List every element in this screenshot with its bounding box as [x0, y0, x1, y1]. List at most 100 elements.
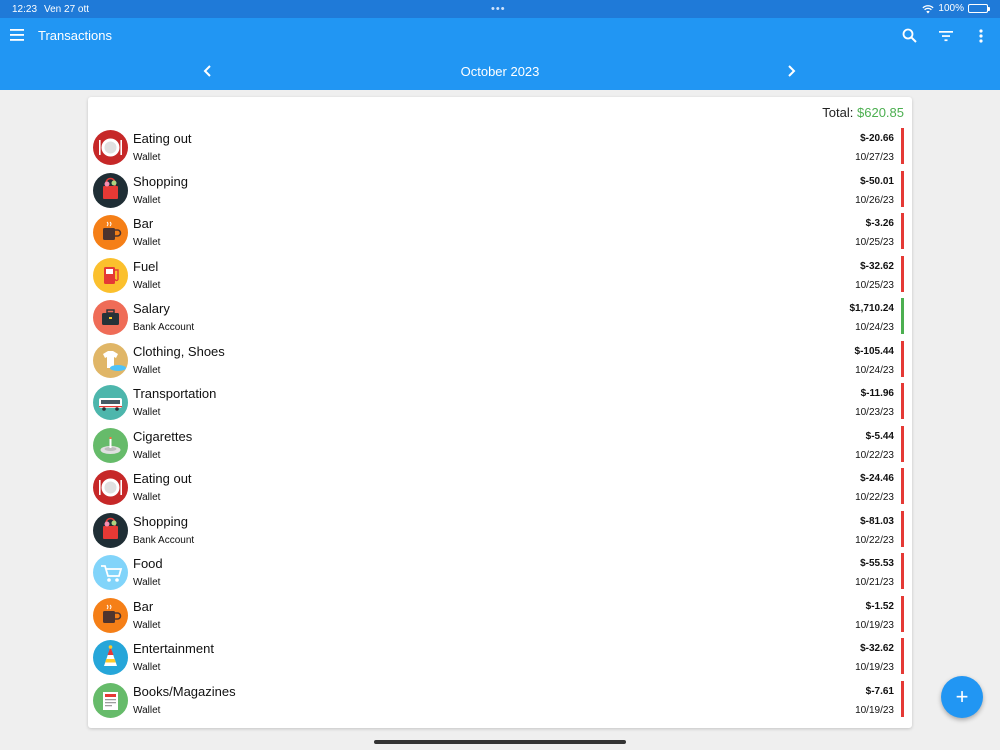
filter-icon[interactable]	[937, 27, 955, 45]
transaction-row[interactable]: Books/Magazines Wallet $-7.61 10/19/23	[88, 680, 912, 723]
transaction-row[interactable]: Shopping Bank Account $-81.03 10/22/23	[88, 510, 912, 553]
transaction-amount: $-5.44	[865, 430, 894, 442]
plate-icon	[93, 130, 128, 165]
transaction-amount: $-50.01	[860, 175, 894, 187]
transaction-date: 10/19/23	[855, 662, 894, 673]
transaction-account: Wallet	[133, 704, 161, 716]
expense-indicator	[901, 383, 904, 419]
party-hat-icon	[93, 640, 128, 675]
transaction-account: Wallet	[133, 364, 161, 376]
transaction-amount: $-32.62	[860, 260, 894, 272]
transaction-amount: $-7.61	[865, 685, 894, 697]
cart-icon	[93, 555, 128, 590]
expense-indicator	[901, 553, 904, 589]
fuel-pump-icon	[93, 257, 128, 293]
transaction-amount: $-24.46	[860, 473, 894, 484]
transaction-category: Shopping	[133, 173, 188, 189]
app-bar: Transactions October 2023	[0, 18, 1000, 90]
status-date: Ven 27 ott	[44, 4, 90, 15]
transaction-date: 10/21/23	[855, 577, 894, 588]
transaction-row[interactable]: Bar Wallet $-1.52 10/19/23	[88, 595, 912, 638]
transaction-category: Clothing, Shoes	[133, 343, 225, 359]
transaction-row[interactable]: Entertainment Wallet $-32.62 10/19/23	[88, 638, 912, 680]
bus-icon	[93, 385, 128, 420]
transaction-date: 10/25/23	[855, 237, 894, 248]
transaction-amount: $-20.66	[860, 133, 894, 144]
transaction-row[interactable]: Eating out Wallet $-20.66 10/27/23	[88, 128, 912, 170]
transaction-amount: $-3.26	[865, 218, 894, 229]
transaction-row[interactable]: Transportation Wallet $-11.96 10/23/23	[88, 383, 912, 425]
transaction-date: 10/22/23	[855, 449, 894, 461]
transaction-account: Bank Account	[133, 322, 195, 333]
expense-indicator	[901, 510, 904, 547]
transaction-account: Wallet	[133, 152, 161, 163]
transaction-account: Wallet	[133, 279, 161, 291]
plate-icon	[93, 470, 128, 505]
transaction-date: 10/26/23	[855, 194, 894, 206]
transaction-account: Wallet	[133, 662, 161, 673]
transaction-row[interactable]: Shopping Wallet $-50.01 10/26/23	[88, 170, 912, 213]
newspaper-icon	[93, 682, 128, 718]
battery-icon	[968, 4, 990, 13]
transaction-category: Transportation	[133, 386, 217, 401]
transaction-category: Salary	[133, 301, 170, 316]
transaction-date: 10/22/23	[855, 492, 894, 503]
page-title: Transactions	[38, 28, 112, 43]
shopping-bag-icon	[93, 512, 128, 548]
transactions-card: Total: $620.85 Eating out Wallet $-20.66 10…	[88, 97, 912, 728]
transaction-category: Shopping	[133, 513, 188, 529]
transaction-account: Bank Account	[133, 534, 195, 546]
expense-indicator	[901, 638, 904, 674]
expense-indicator	[901, 170, 904, 207]
transaction-account: Wallet	[133, 407, 161, 418]
transaction-account: Wallet	[133, 619, 161, 631]
total-label: Total:	[822, 105, 854, 120]
transaction-row[interactable]: Clothing, Shoes Wallet $-105.44 10/24/23	[88, 340, 912, 383]
total-value: $620.85	[857, 105, 904, 120]
transaction-row[interactable]: Cigarettes Wallet $-5.44 10/22/23	[88, 425, 912, 468]
transaction-category: Bar	[133, 216, 154, 231]
transaction-category: Books/Magazines	[133, 683, 236, 699]
transaction-date: 10/25/23	[855, 279, 894, 291]
transaction-amount: $-55.53	[860, 558, 894, 569]
transaction-row[interactable]: Fuel Wallet $-32.62 10/25/23	[88, 255, 912, 298]
transaction-account: Wallet	[133, 237, 161, 248]
transaction-date: 10/24/23	[855, 364, 894, 376]
status-time: 12:23	[12, 4, 38, 15]
transaction-category: Fuel	[133, 258, 159, 274]
transaction-amount: $-1.52	[865, 600, 894, 612]
add-transaction-button[interactable]: +	[941, 676, 983, 718]
transaction-amount: $1,710.24	[849, 303, 895, 314]
expense-indicator	[901, 680, 904, 717]
income-indicator	[901, 298, 904, 334]
transaction-account: Wallet	[133, 449, 161, 461]
transaction-account: Wallet	[133, 492, 161, 503]
transaction-amount: $-105.44	[854, 345, 894, 357]
expense-indicator	[901, 425, 904, 462]
status-right: 100%	[922, 3, 990, 14]
expense-indicator	[901, 468, 904, 504]
home-indicator[interactable]	[374, 740, 626, 744]
transaction-date: 10/19/23	[855, 704, 894, 716]
transaction-row[interactable]: Bar Wallet $-3.26 10/25/23	[88, 213, 912, 255]
mug-icon	[93, 597, 128, 633]
transaction-row[interactable]: Eating out Wallet $-24.46 10/22/23	[88, 468, 912, 510]
search-icon[interactable]	[901, 27, 919, 45]
next-month-icon[interactable]	[784, 64, 798, 78]
transaction-row[interactable]: Salary Bank Account $1,710.24 10/24/23	[88, 298, 912, 340]
more-options-icon[interactable]	[972, 27, 990, 45]
transaction-date: 10/19/23	[855, 619, 894, 631]
ashtray-icon	[93, 427, 128, 463]
status-bar: 12:23 Ven 27 ott ••• 100%	[0, 0, 1000, 18]
transaction-account: Wallet	[133, 577, 161, 588]
transaction-category: Cigarettes	[133, 428, 193, 444]
total-summary: Total: $620.85	[822, 105, 904, 120]
expense-indicator	[901, 213, 904, 249]
menu-icon[interactable]	[10, 28, 28, 42]
transaction-row[interactable]: Food Wallet $-55.53 10/21/23	[88, 553, 912, 595]
transaction-category: Eating out	[133, 131, 192, 146]
plus-icon: +	[955, 684, 969, 709]
transaction-date: 10/27/23	[855, 152, 894, 163]
multitasking-dots-icon[interactable]: •••	[491, 3, 506, 15]
transaction-account: Wallet	[133, 194, 161, 206]
